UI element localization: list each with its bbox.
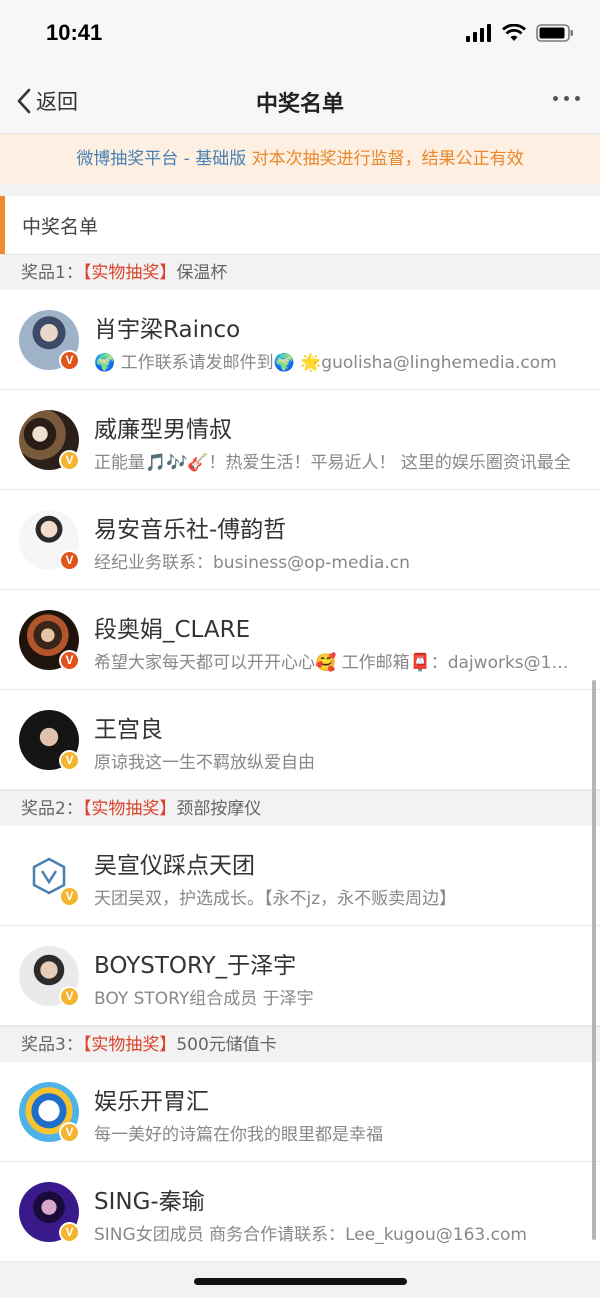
- user-name[interactable]: 吴宣仪踩点天团: [94, 846, 255, 880]
- winner-row[interactable]: V 段奥娟_CLARE 希望大家每天都可以开开心心🥰 工作邮箱📮：dajwork…: [0, 590, 600, 690]
- user-description: BOY STORY组合成员 于泽宇: [94, 989, 314, 1009]
- user-name[interactable]: 易安音乐社-傅韵哲: [94, 510, 286, 544]
- avatar[interactable]: V: [19, 946, 80, 1007]
- prize-item: 500元储值卡: [176, 1035, 277, 1055]
- verified-badge-icon: V: [59, 986, 80, 1007]
- avatar[interactable]: V: [19, 310, 80, 371]
- verified-badge-icon: V: [59, 550, 80, 571]
- avatar[interactable]: V: [19, 610, 80, 671]
- nav-bar: 返回 中奖名单: [0, 70, 600, 134]
- user-description: 每一美好的诗篇在你我的眼里都是幸福: [94, 1125, 383, 1145]
- winner-row[interactable]: V 威廉型男情叔 正能量🎵🎶🎸！热爱生活！平易近人！ 这里的娱乐圈资讯最全: [0, 390, 600, 490]
- section-title: 中奖名单: [22, 216, 99, 238]
- winner-row[interactable]: V 吴宣仪踩点天团 天团吴双，护选成长。【永不jz，永不贩卖周边】: [0, 826, 600, 926]
- verified-badge-icon: V: [59, 650, 80, 671]
- prize-header: 奖品3：【实物抽奖】500元储值卡: [0, 1026, 600, 1062]
- user-name[interactable]: BOYSTORY_于泽宇: [94, 946, 296, 980]
- winner-row[interactable]: V 娱乐开胃汇 每一美好的诗篇在你我的眼里都是幸福: [0, 1062, 600, 1162]
- verified-badge-icon: V: [59, 1222, 80, 1243]
- avatar[interactable]: V: [19, 710, 80, 771]
- user-description: 希望大家每天都可以开开心心🥰 工作邮箱📮：dajworks@163.com: [94, 653, 574, 673]
- user-description: 🌍 工作联系请发邮件到🌍 🌟guolisha@linghemedia.com: [94, 353, 557, 373]
- section-header: 中奖名单: [0, 196, 600, 254]
- avatar[interactable]: V: [19, 846, 80, 907]
- prize-tag: 【实物抽奖】: [82, 263, 177, 283]
- user-description: 天团吴双，护选成长。【永不jz，永不贩卖周边】: [94, 889, 457, 909]
- supervision-notice: 微博抽奖平台 - 基础版 对本次抽奖进行监督，结果公正有效: [0, 134, 600, 184]
- prize-label: 奖品2：: [21, 799, 83, 819]
- user-name[interactable]: SING-秦瑜: [94, 1182, 205, 1216]
- status-time: 10:41: [46, 20, 103, 45]
- verified-badge-icon: V: [59, 886, 80, 907]
- verified-badge-icon: V: [59, 350, 80, 371]
- signal-icon: [466, 24, 491, 42]
- prize-tag: 【实物抽奖】: [82, 1035, 177, 1055]
- notice-text: 对本次抽奖进行监督，结果公正有效: [246, 149, 524, 169]
- page-title: 中奖名单: [255, 92, 344, 117]
- prize-header: 奖品2：【实物抽奖】颈部按摩仪: [0, 790, 600, 826]
- user-name[interactable]: 娱乐开胃汇: [94, 1082, 209, 1116]
- lottery-platform-link[interactable]: 微博抽奖平台 - 基础版: [76, 149, 246, 169]
- user-description: 原谅我这一生不羁放纵爱自由: [94, 753, 315, 773]
- avatar[interactable]: V: [19, 510, 80, 571]
- wifi-icon: [502, 24, 526, 41]
- prize-item: 颈部按摩仪: [176, 799, 262, 819]
- prize-label: 奖品1：: [21, 263, 83, 283]
- user-name[interactable]: 肖宇梁Rainco: [94, 310, 240, 344]
- winner-row[interactable]: V 肖宇梁Rainco 🌍 工作联系请发邮件到🌍 🌟guolisha@lingh…: [0, 290, 600, 390]
- verified-badge-icon: V: [59, 1122, 80, 1143]
- winner-row[interactable]: V SING-秦瑜 SING女团成员 商务合作请联系：Lee_kugou@163…: [0, 1162, 600, 1262]
- user-name[interactable]: 威廉型男情叔: [94, 410, 232, 444]
- verified-badge-icon: V: [59, 750, 80, 771]
- scrollbar[interactable]: [592, 680, 596, 1240]
- avatar[interactable]: V: [19, 1182, 80, 1243]
- winner-row[interactable]: V 王宫良 原谅我这一生不羁放纵爱自由: [0, 690, 600, 790]
- user-description: SING女团成员 商务合作请联系：Lee_kugou@163.com: [94, 1225, 527, 1245]
- winner-row[interactable]: V BOYSTORY_于泽宇 BOY STORY组合成员 于泽宇: [0, 926, 600, 1026]
- user-description: 经纪业务联系：business@op-media.cn: [94, 553, 410, 573]
- prize-label: 奖品3：: [21, 1035, 83, 1055]
- avatar[interactable]: V: [19, 1082, 80, 1143]
- user-description: 正能量🎵🎶🎸！热爱生活！平易近人！ 这里的娱乐圈资讯最全: [94, 453, 571, 473]
- winner-row[interactable]: V 易安音乐社-傅韵哲 经纪业务联系：business@op-media.cn: [0, 490, 600, 590]
- avatar[interactable]: V: [19, 410, 80, 471]
- battery-icon: [536, 24, 573, 42]
- more-options-icon[interactable]: [553, 90, 580, 107]
- prize-tag: 【实物抽奖】: [82, 799, 177, 819]
- prize-item: 保温杯: [176, 263, 228, 283]
- user-name[interactable]: 王宫良: [94, 710, 163, 744]
- home-indicator[interactable]: [194, 1278, 407, 1285]
- user-name[interactable]: 段奥娟_CLARE: [94, 610, 250, 644]
- verified-badge-icon: V: [59, 450, 80, 471]
- status-icons: [466, 24, 574, 42]
- prize-header: 奖品1：【实物抽奖】保温杯: [0, 254, 600, 290]
- status-bar: 10:41: [0, 0, 600, 70]
